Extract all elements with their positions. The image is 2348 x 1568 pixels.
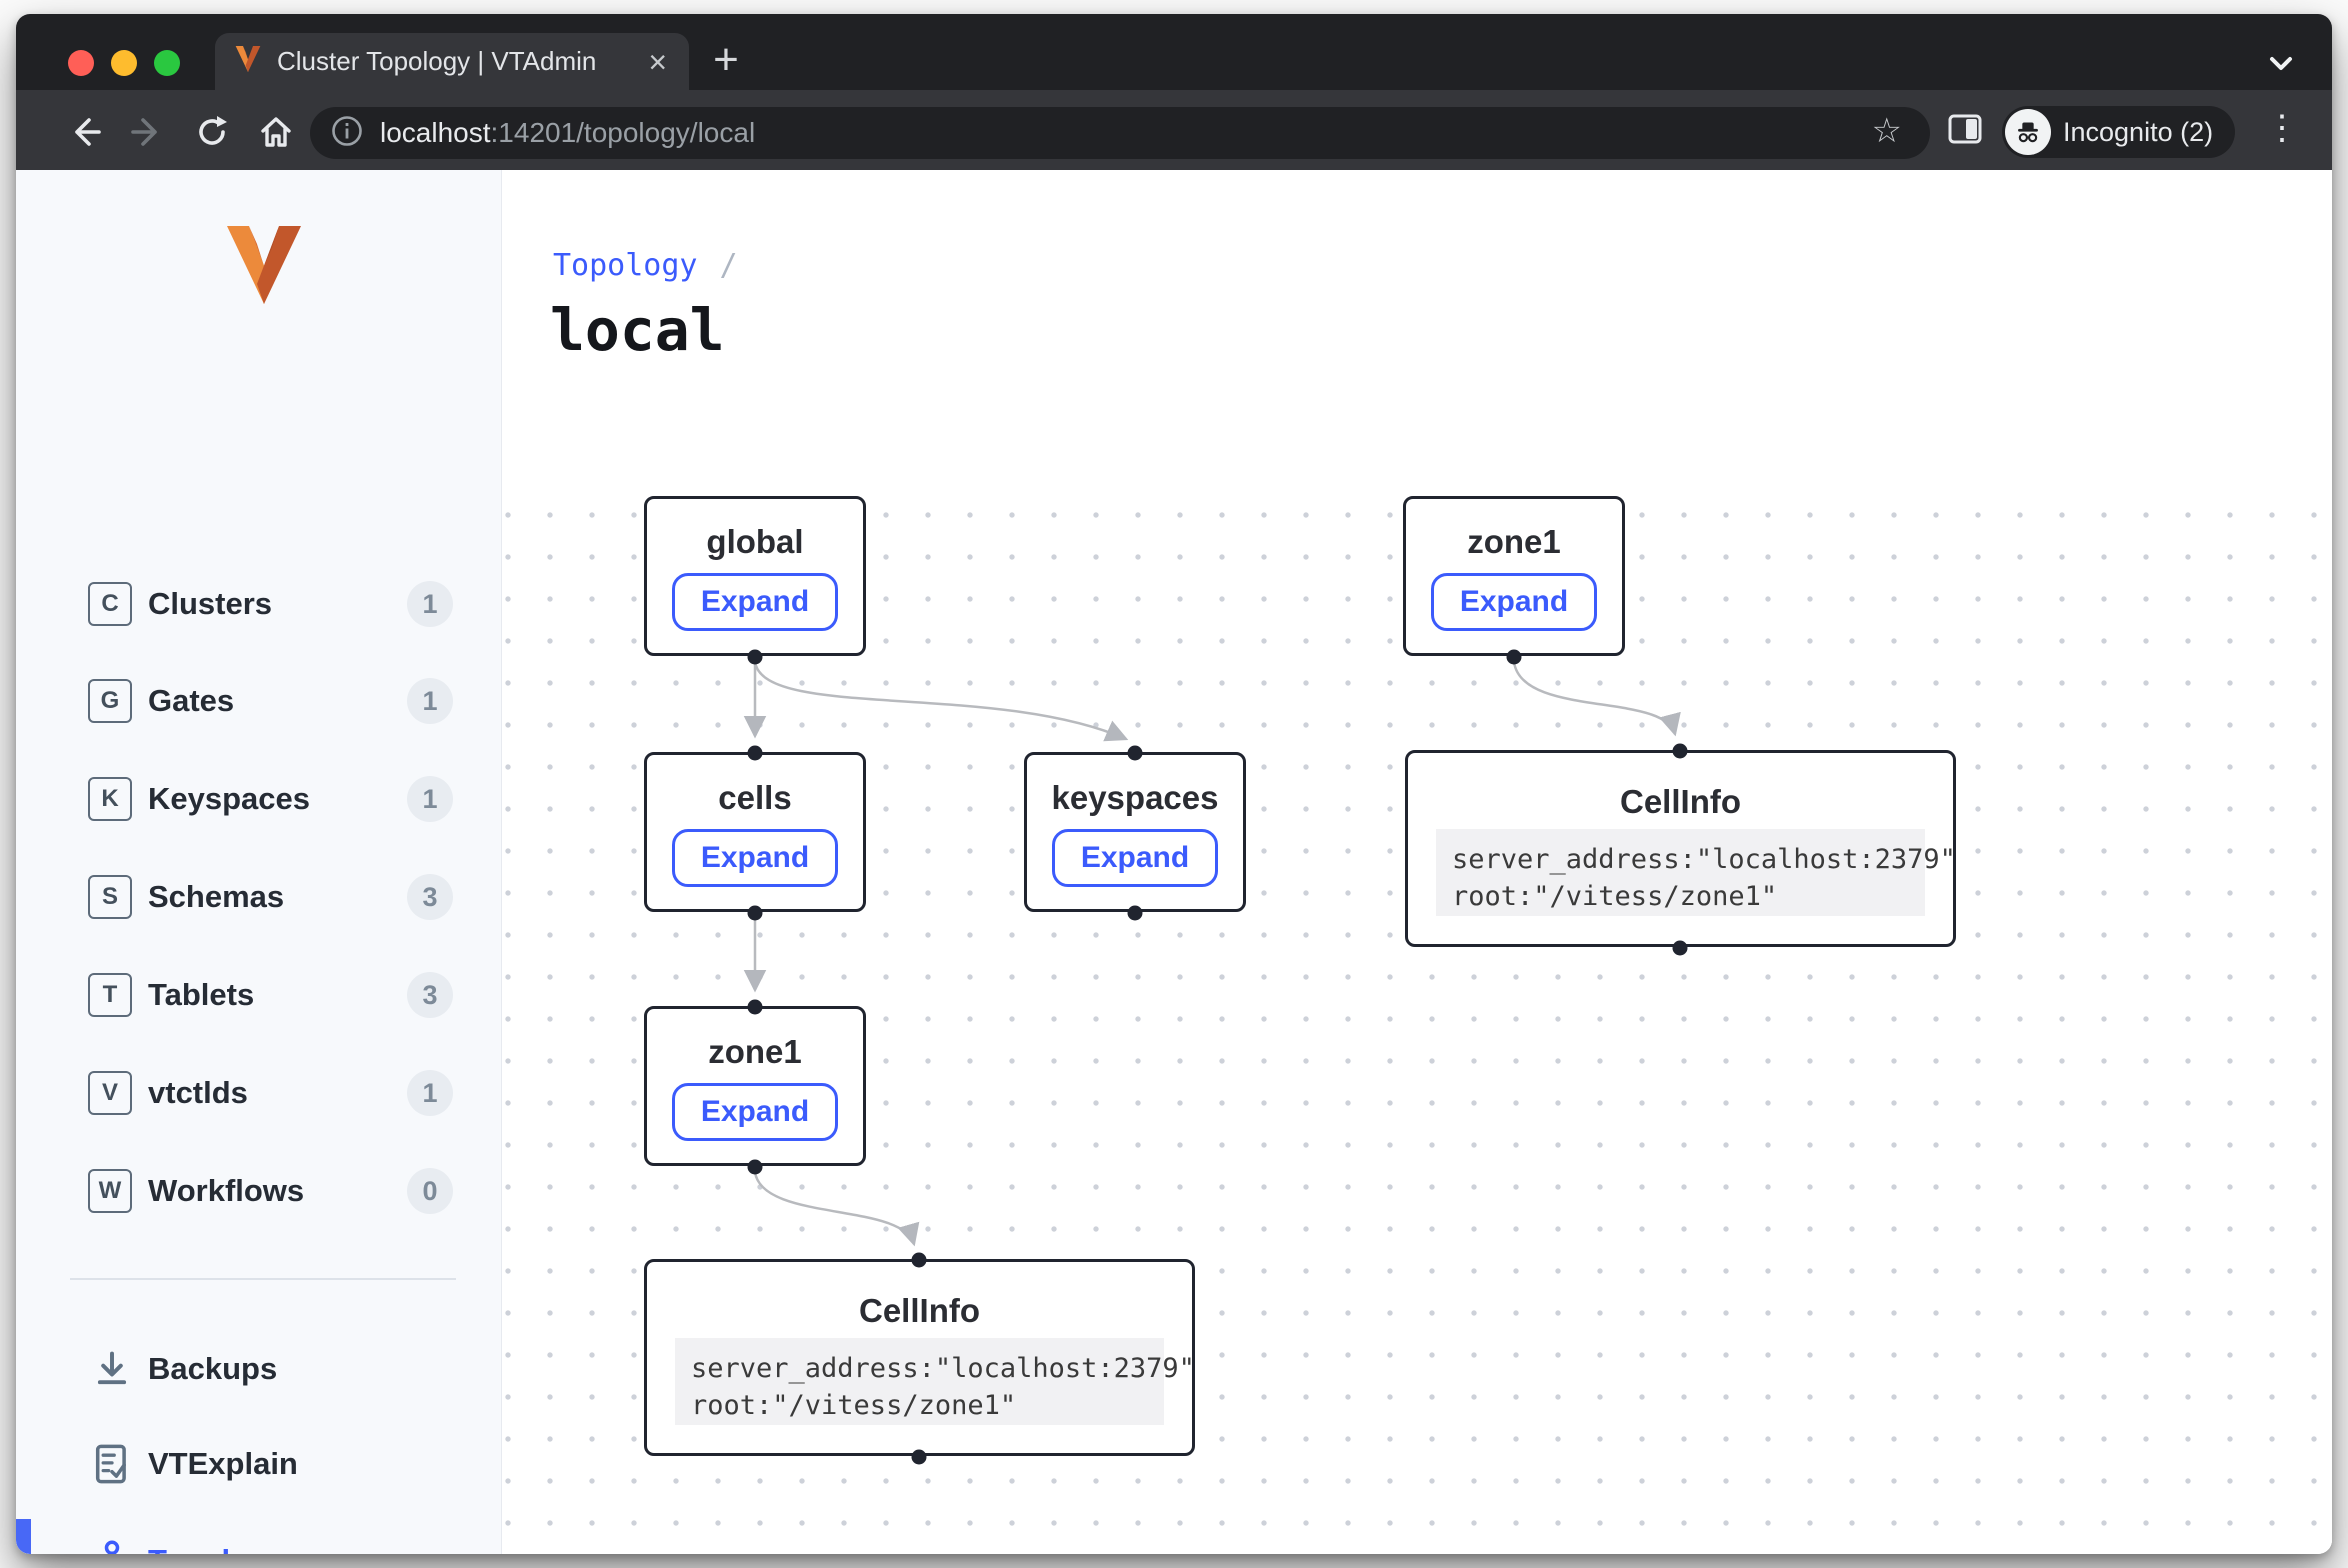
url-text: localhost:14201/topology/local bbox=[380, 117, 755, 149]
sidebar-item-schemas[interactable]: S Schemas 3 bbox=[16, 864, 502, 930]
sidebar-item-label: Schemas bbox=[148, 879, 284, 915]
node-cellinfo-bottom[interactable]: CellInfo server_address:"localhost:2379"… bbox=[644, 1259, 1195, 1456]
sidebar-item-vtctlds[interactable]: V vtctlds 1 bbox=[16, 1060, 502, 1126]
site-info-icon[interactable] bbox=[330, 114, 364, 153]
breadcrumb: Topology / bbox=[553, 248, 738, 283]
window-zoom-button[interactable] bbox=[154, 50, 180, 76]
keyspaces-letter-icon: K bbox=[88, 777, 132, 821]
clusters-letter-icon: C bbox=[88, 582, 132, 626]
node-title: zone1 bbox=[1406, 523, 1622, 561]
page-title: local bbox=[550, 296, 725, 364]
vitess-logo-icon bbox=[219, 222, 309, 313]
code-line: server_address:"localhost:2379" bbox=[1452, 844, 1956, 875]
topology-graph-icon bbox=[90, 1539, 134, 1554]
node-zone1-top[interactable]: zone1 Expand bbox=[1403, 496, 1625, 656]
node-cells[interactable]: cells Expand bbox=[644, 752, 866, 912]
sidebar-item-label: Keyspaces bbox=[148, 781, 310, 817]
workflows-letter-icon: W bbox=[88, 1169, 132, 1213]
browser-menu-icon[interactable]: ⋮ bbox=[2264, 108, 2300, 148]
sidebar-item-keyspaces[interactable]: K Keyspaces 1 bbox=[16, 766, 502, 832]
sidebar-item-label: Workflows bbox=[148, 1173, 304, 1209]
sidebar-item-label: vtctlds bbox=[148, 1075, 248, 1111]
sidebar-item-vtexplain[interactable]: VTExplain bbox=[16, 1429, 502, 1499]
new-tab-button[interactable]: + bbox=[706, 40, 746, 80]
backups-download-icon bbox=[90, 1347, 134, 1391]
expand-button[interactable]: Expand bbox=[672, 829, 838, 887]
count-badge: 3 bbox=[407, 874, 453, 920]
back-icon[interactable] bbox=[62, 110, 106, 154]
sidebar-item-label: Gates bbox=[148, 683, 234, 719]
url-path: :14201/topology/local bbox=[491, 117, 756, 148]
node-global[interactable]: global Expand bbox=[644, 496, 866, 656]
sidebar-item-topology[interactable]: Topology bbox=[16, 1526, 502, 1554]
node-title: cells bbox=[647, 779, 863, 817]
count-badge: 1 bbox=[407, 678, 453, 724]
node-title: keyspaces bbox=[1027, 779, 1243, 817]
sidebar-item-label: Topology bbox=[148, 1543, 285, 1554]
sidebar-item-gates[interactable]: G Gates 1 bbox=[16, 668, 502, 734]
expand-button[interactable]: Expand bbox=[672, 573, 838, 631]
incognito-label: Incognito (2) bbox=[2063, 117, 2213, 148]
browser-window: Cluster Topology | VTAdmin × + localh bbox=[16, 14, 2332, 1554]
window-close-button[interactable] bbox=[68, 50, 94, 76]
gates-letter-icon: G bbox=[88, 679, 132, 723]
vtctlds-letter-icon: V bbox=[88, 1071, 132, 1115]
count-badge: 0 bbox=[407, 1168, 453, 1214]
node-title: zone1 bbox=[647, 1033, 863, 1071]
code-line: root:"/vitess/zone1" bbox=[691, 1390, 1016, 1421]
sidebar-item-tablets[interactable]: T Tablets 3 bbox=[16, 962, 502, 1028]
code-line: server_address:"localhost:2379" bbox=[691, 1353, 1195, 1384]
breadcrumb-separator: / bbox=[720, 248, 738, 283]
url-bar[interactable]: localhost:14201/topology/local ☆ bbox=[310, 107, 1930, 159]
count-badge: 3 bbox=[407, 972, 453, 1018]
count-badge: 1 bbox=[407, 776, 453, 822]
sidebar-item-label: Backups bbox=[148, 1351, 277, 1387]
vtexplain-document-icon bbox=[90, 1442, 134, 1486]
home-icon[interactable] bbox=[254, 110, 298, 154]
node-title: CellInfo bbox=[647, 1292, 1192, 1330]
code-line: root:"/vitess/zone1" bbox=[1452, 881, 1777, 912]
cellinfo-code: server_address:"localhost:2379" root:"/v… bbox=[1436, 829, 1925, 916]
url-host: localhost bbox=[380, 117, 491, 148]
incognito-badge[interactable]: Incognito (2) bbox=[2002, 106, 2235, 158]
sidebar-item-label: Clusters bbox=[148, 586, 272, 622]
sidebar-item-backups[interactable]: Backups bbox=[16, 1334, 502, 1404]
reload-icon[interactable] bbox=[190, 110, 234, 154]
sidebar-item-workflows[interactable]: W Workflows 0 bbox=[16, 1158, 502, 1224]
browser-tab[interactable]: Cluster Topology | VTAdmin × bbox=[215, 33, 689, 90]
node-cellinfo-right[interactable]: CellInfo server_address:"localhost:2379"… bbox=[1405, 750, 1956, 947]
tab-title: Cluster Topology | VTAdmin bbox=[277, 46, 630, 77]
breadcrumb-topology-link[interactable]: Topology bbox=[553, 248, 698, 283]
count-badge: 1 bbox=[407, 581, 453, 627]
cellinfo-code: server_address:"localhost:2379" root:"/v… bbox=[675, 1338, 1164, 1425]
favicon-vitess-icon bbox=[233, 44, 263, 79]
tab-search-chevron-icon[interactable] bbox=[2266, 54, 2296, 79]
window-minimize-button[interactable] bbox=[111, 50, 137, 76]
count-badge: 1 bbox=[407, 1070, 453, 1116]
sidebar-item-label: Tablets bbox=[148, 977, 254, 1013]
node-title: CellInfo bbox=[1408, 783, 1953, 821]
forward-icon[interactable] bbox=[126, 110, 170, 154]
schemas-letter-icon: S bbox=[88, 875, 132, 919]
tab-bar: Cluster Topology | VTAdmin × + bbox=[16, 14, 2332, 90]
node-keyspaces[interactable]: keyspaces Expand bbox=[1024, 752, 1246, 912]
sidebar-item-label: VTExplain bbox=[148, 1446, 298, 1482]
expand-button[interactable]: Expand bbox=[1052, 829, 1218, 887]
tab-close-icon[interactable]: × bbox=[644, 46, 671, 78]
sidebar-item-clusters[interactable]: C Clusters 1 bbox=[16, 571, 502, 637]
active-nav-indicator bbox=[16, 1519, 31, 1554]
sidebar: C Clusters 1 G Gates 1 K Keyspaces 1 S S… bbox=[16, 170, 502, 1554]
bookmark-star-icon[interactable]: ☆ bbox=[1872, 111, 1902, 151]
side-panel-icon[interactable] bbox=[1948, 114, 1982, 149]
tablets-letter-icon: T bbox=[88, 973, 132, 1017]
sidebar-divider bbox=[70, 1278, 456, 1280]
expand-button[interactable]: Expand bbox=[1431, 573, 1597, 631]
expand-button[interactable]: Expand bbox=[672, 1083, 838, 1141]
incognito-icon bbox=[2005, 109, 2051, 155]
node-zone1-mid[interactable]: zone1 Expand bbox=[644, 1006, 866, 1166]
node-title: global bbox=[647, 523, 863, 561]
